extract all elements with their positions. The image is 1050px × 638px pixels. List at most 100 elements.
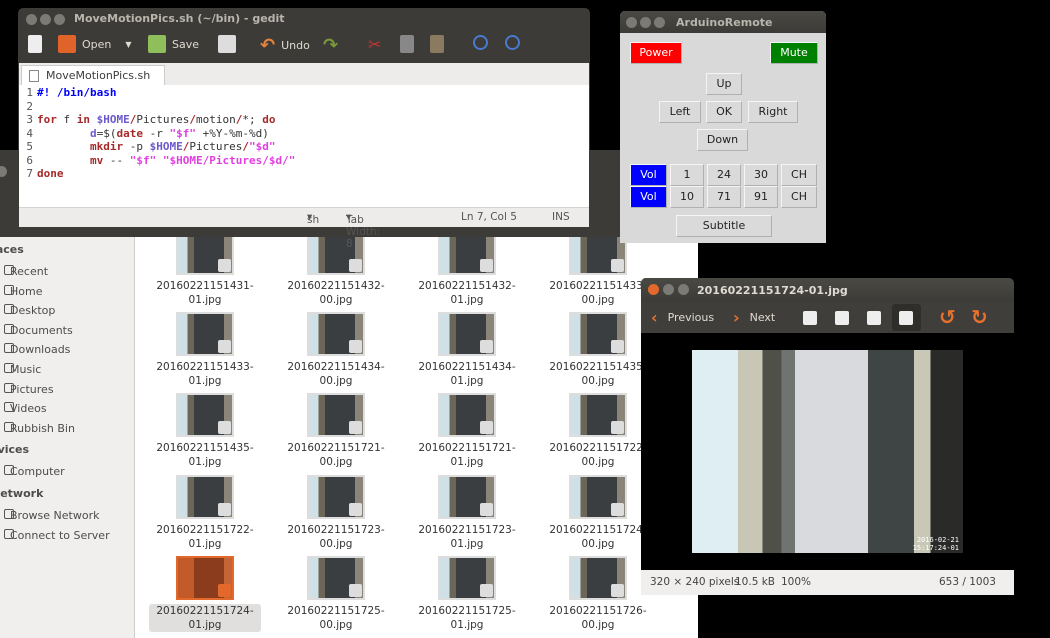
code-token: $HOME <box>96 113 130 126</box>
minimize-button[interactable] <box>640 17 651 28</box>
find-button[interactable] <box>473 35 488 50</box>
vol-button[interactable]: Vol <box>630 164 667 186</box>
sidebar-item-computer[interactable]: Computer <box>4 465 65 478</box>
close-button[interactable] <box>0 166 7 177</box>
sidebar-item-downloads[interactable]: Downloads <box>4 343 70 356</box>
close-button[interactable] <box>26 14 37 25</box>
tab-label: MoveMotionPics.sh <box>46 69 151 82</box>
sidebar-item-label: Documents <box>10 323 73 337</box>
print-button[interactable] <box>218 35 236 53</box>
normal-size-icon[interactable] <box>867 311 881 325</box>
file-item[interactable]: 20160221151433-00.jpg <box>538 237 658 307</box>
file-item[interactable]: 20160221151432-01.jpg <box>407 237 527 307</box>
file-item[interactable]: 20160221151723-01.jpg <box>407 474 527 551</box>
preset-24-button[interactable]: 24 <box>707 164 741 186</box>
file-item[interactable]: 20160221151722-01.jpg <box>145 474 265 551</box>
file-item[interactable]: 20160221151435-01.jpg <box>145 393 265 469</box>
rotate-right-icon[interactable]: ↻ <box>971 305 988 329</box>
previous-button[interactable]: ‹ Previous <box>651 308 714 327</box>
line-number: 4 <box>26 126 33 140</box>
undo-button[interactable]: ↶ Undo <box>260 35 310 56</box>
maximize-button[interactable] <box>54 14 65 25</box>
ch-button[interactable]: CH <box>781 164 817 186</box>
preset-30-button[interactable]: 30 <box>744 164 778 186</box>
new-button[interactable] <box>28 35 42 53</box>
power-button[interactable]: Power <box>630 42 682 64</box>
ok-button[interactable]: OK <box>706 101 742 123</box>
sidebar-item-music[interactable]: Music <box>4 363 41 376</box>
code-editor[interactable]: 1 #! /bin/bash 2 3 for f in $HOME / Pictures / m… <box>19 85 589 207</box>
file-name: 20160221151433-00.jpg <box>549 280 647 306</box>
image-timestamp: 2016-02-21 15:17:24-01 <box>913 536 959 552</box>
code-token: *; <box>242 113 263 126</box>
best-fit-button[interactable] <box>892 304 921 331</box>
file-name: 20160221151725-00.jpg <box>287 604 385 631</box>
file-item[interactable]: 20160221151721-01.jpg <box>407 393 527 469</box>
copy-button[interactable] <box>400 35 414 53</box>
maximize-button[interactable] <box>654 17 665 28</box>
print-icon <box>218 35 236 53</box>
file-item[interactable]: 20160221151723-00.jpg <box>276 474 396 551</box>
ch-button[interactable]: CH <box>781 186 817 208</box>
zoom-out-icon[interactable] <box>835 311 849 325</box>
thumbnail <box>569 312 627 357</box>
file-item[interactable]: 20160221151721-00.jpg <box>276 393 396 469</box>
paste-button[interactable] <box>430 35 444 53</box>
save-button[interactable]: Save <box>148 35 199 53</box>
file-item[interactable]: 20160221151724-01.jpg <box>145 555 265 632</box>
redo-button[interactable]: ↷ <box>323 35 338 56</box>
language-selector[interactable]: sh ▾ <box>307 211 319 226</box>
close-button[interactable] <box>626 17 637 28</box>
file-item[interactable]: 20160221151725-01.jpg <box>407 555 527 632</box>
cut-button[interactable]: ✂ <box>368 35 381 54</box>
gedit-window: MoveMotionPics.sh (~/bin) - gedit Open ▼ … <box>18 8 590 250</box>
sidebar-item-browse-network[interactable]: Browse Network <box>4 509 99 522</box>
replace-button[interactable] <box>505 35 520 50</box>
file-item[interactable]: 20160221151434-00.jpg <box>276 312 396 388</box>
preset-1-button[interactable]: 1 <box>670 164 704 186</box>
sidebar-item-videos[interactable]: Videos <box>4 402 47 415</box>
sidebar-item-pictures[interactable]: Pictures <box>4 382 54 396</box>
sidebar-item-home[interactable]: Home <box>4 284 42 298</box>
preset-10-button[interactable]: 10 <box>670 186 704 208</box>
preset-91-button[interactable]: 91 <box>744 186 778 208</box>
toolbar: ‹ Previous › Next ↺ ↻ <box>641 302 1014 333</box>
vol-button[interactable]: Vol <box>630 186 667 208</box>
file-item[interactable]: 20160221151726-00.jpg <box>538 555 658 632</box>
maximize-button[interactable] <box>678 284 689 295</box>
file-item[interactable]: 20160221151722-00.jpg <box>538 393 658 469</box>
code-token: "$f" <box>169 126 196 140</box>
sidebar-item-connect-to-server[interactable]: Connect to Server <box>4 529 110 542</box>
mute-button[interactable]: Mute <box>770 42 818 64</box>
subtitle-button[interactable]: Subtitle <box>676 215 772 237</box>
file-name: 20160221151434-00.jpg <box>287 361 385 388</box>
next-button[interactable]: › Next <box>733 308 775 327</box>
sidebar-item-desktop[interactable]: Desktop <box>4 304 55 317</box>
down-button[interactable]: Down <box>697 129 748 151</box>
minimize-button[interactable] <box>663 284 674 295</box>
image-dimensions: 320 × 240 pixels <box>650 576 740 588</box>
tab-movemotionpics[interactable]: MoveMotionPics.sh ✕ <box>21 65 165 95</box>
sidebar-item-rubbish-bin[interactable]: Rubbish Bin <box>4 421 75 435</box>
file-item[interactable]: 20160221151724-00.jpg <box>538 474 658 551</box>
preset-71-button[interactable]: 71 <box>707 186 741 208</box>
thumbnail <box>307 555 365 600</box>
sidebar-item-recent[interactable]: Recent <box>4 265 48 278</box>
open-button[interactable]: Open ▼ <box>58 35 132 53</box>
up-button[interactable]: Up <box>706 73 742 95</box>
paste-icon <box>430 35 444 53</box>
sidebar-item-documents[interactable]: Documents <box>4 323 73 337</box>
close-button[interactable] <box>648 284 659 295</box>
rotate-left-icon[interactable]: ↺ <box>939 305 956 329</box>
minimize-button[interactable] <box>40 14 51 25</box>
zoom-in-icon[interactable] <box>803 311 817 325</box>
right-button[interactable]: Right <box>748 101 798 123</box>
file-item[interactable]: 20160221151435-00.jpg <box>538 312 658 388</box>
tab-width-selector[interactable]: Tab Width: 8 ▾ <box>346 211 380 250</box>
left-button[interactable]: Left <box>659 101 701 123</box>
file-item[interactable]: 20160221151725-00.jpg <box>276 555 396 632</box>
file-item[interactable]: 20160221151431-01.jpg <box>145 237 265 307</box>
file-item[interactable]: 20160221151434-01.jpg <box>407 312 527 388</box>
file-item[interactable]: 20160221151433-01.jpg <box>145 312 265 388</box>
